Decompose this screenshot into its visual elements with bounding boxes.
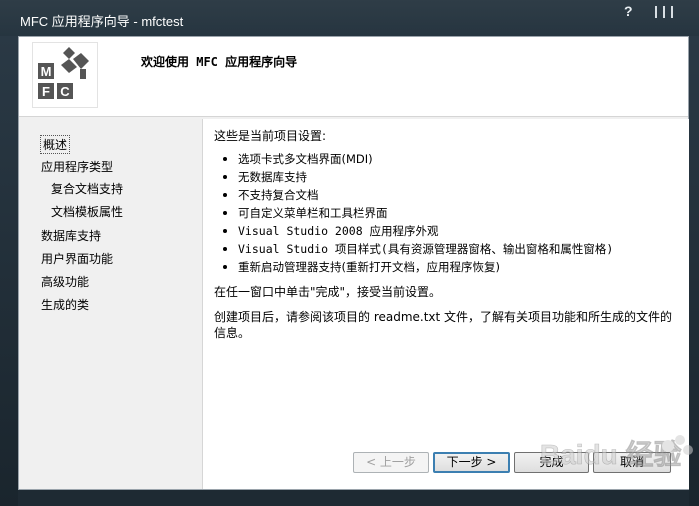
wizard-title: 欢迎使用 MFC 应用程序向导 (141, 55, 298, 69)
list-item: 不支持复合文档 (223, 186, 613, 204)
back-button[interactable]: < 上一步 (353, 452, 429, 473)
nav-item-compound-doc[interactable]: 复合文档支持 (51, 180, 123, 197)
logo-letter-c: C (60, 84, 70, 99)
list-item: 可自定义菜单栏和工具栏界面 (223, 204, 613, 222)
list-item: Visual Studio 项目样式(具有资源管理器窗格、输出窗格和属性窗格) (223, 240, 613, 258)
finish-button[interactable]: 完成 (514, 452, 589, 473)
nav-item-doc-template[interactable]: 文档模板属性 (51, 203, 123, 220)
nav-item-overview[interactable]: 概述 (40, 135, 71, 154)
finish-hint: 在任一窗口中单击"完成"，接受当前设置。 (214, 285, 442, 299)
wizard-header: M F C 欢迎使用 MFC 应用程序向导 (19, 37, 688, 117)
list-item: 选项卡式多文档界面(MDI) (223, 150, 613, 168)
list-item: 重新启动管理器支持(重新打开文档，应用程序恢复) (223, 258, 613, 276)
wizard-dialog: M F C 欢迎使用 MFC 应用程序向导 概述 应用程序类型 复合文档支持 文… (18, 36, 689, 490)
next-button[interactable]: 下一步 > (433, 452, 510, 473)
nav-item-database[interactable]: 数据库支持 (41, 227, 101, 244)
logo-letter-f: F (42, 84, 50, 99)
nav-item-ui-features[interactable]: 用户界面功能 (41, 250, 113, 267)
list-item: Visual Studio 2008 应用程序外观 (223, 222, 613, 240)
background-left (0, 36, 18, 506)
wizard-content: 这些是当前项目设置: 选项卡式多文档界面(MDI) 无数据库支持 不支持复合文档… (202, 119, 689, 489)
mfc-logo-icon: M F C (32, 42, 98, 108)
nav-item-advanced[interactable]: 高级功能 (41, 273, 89, 290)
list-item: 无数据库支持 (223, 168, 613, 186)
settings-list: 选项卡式多文档界面(MDI) 无数据库支持 不支持复合文档 可自定义菜单栏和工具… (223, 150, 613, 276)
window-title: MFC 应用程序向导 - mfctest (20, 14, 184, 29)
help-icon[interactable]: ? (624, 3, 633, 19)
window-controls-icon[interactable] (655, 6, 675, 18)
wizard-nav: 概述 应用程序类型 复合文档支持 文档模板属性 数据库支持 用户界面功能 高级功… (31, 123, 201, 489)
background-right (689, 36, 699, 506)
readme-hint: 创建项目后，请参阅该项目的 readme.txt 文件，了解有关项目功能和所生成… (214, 310, 673, 340)
nav-item-generated-classes[interactable]: 生成的类 (41, 296, 89, 313)
settings-intro: 这些是当前项目设置: (214, 129, 327, 143)
nav-item-app-type[interactable]: 应用程序类型 (41, 158, 113, 175)
cancel-button[interactable]: 取消 (593, 452, 671, 473)
window-titlebar[interactable]: MFC 应用程序向导 - mfctest ? (0, 0, 699, 36)
logo-letter-m: M (41, 64, 52, 79)
